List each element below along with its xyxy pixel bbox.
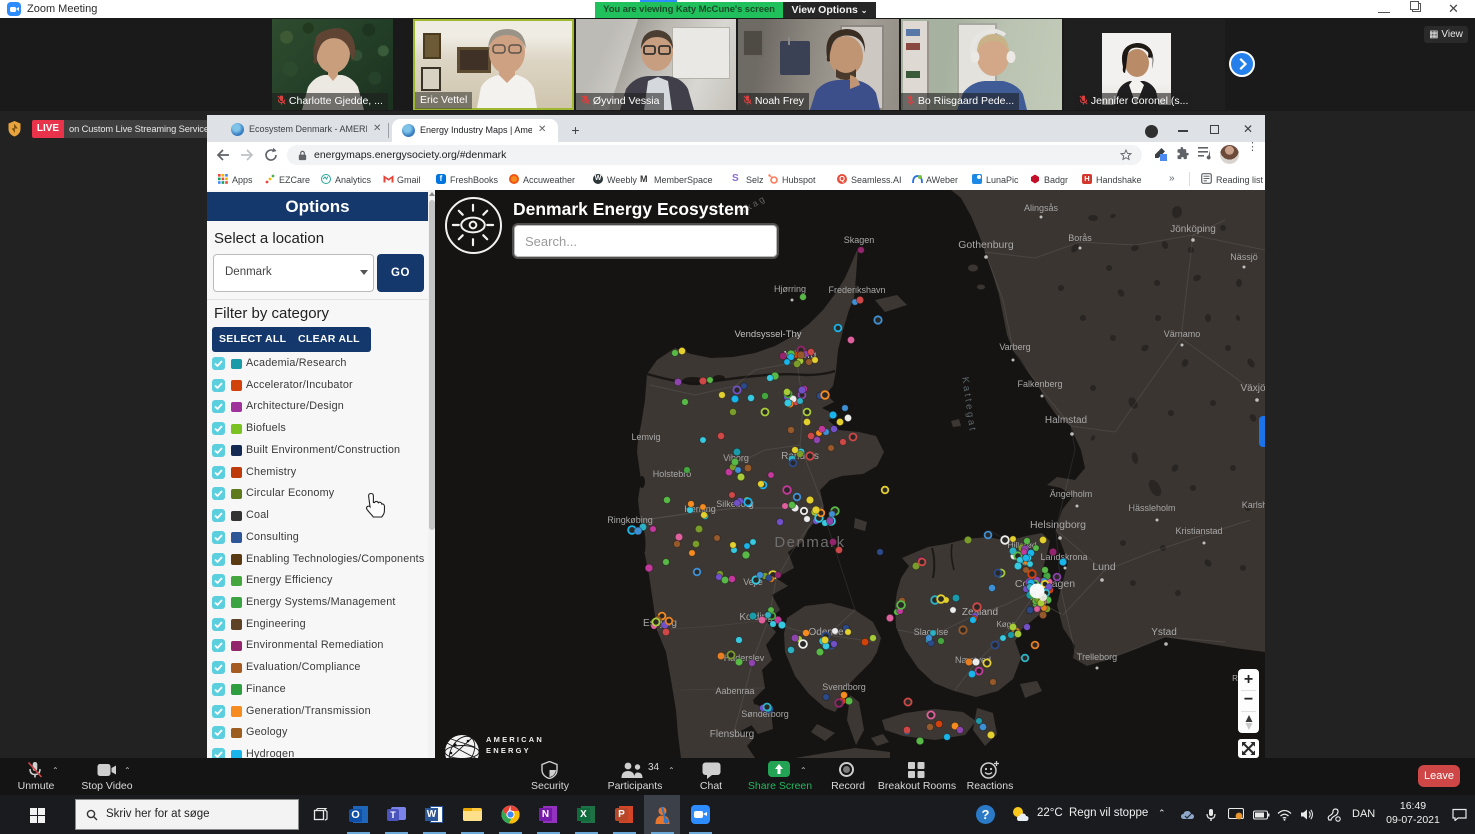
svg-text:Hjørring: Hjørring [774,284,806,294]
svg-text:Lund: Lund [1092,561,1116,573]
svg-text:Karlsha: Karlsha [1242,500,1265,510]
svg-text:Kristianstad: Kristianstad [1175,526,1222,536]
svg-text:Nässjö: Nässjö [1230,252,1258,262]
svg-text:Borås: Borås [1068,233,1092,243]
svg-text:Ystad: Ystad [1151,627,1177,638]
svg-text:Alingsås: Alingsås [1024,203,1059,213]
svg-text:Skagen: Skagen [844,235,875,245]
svg-text:Svendborg: Svendborg [822,682,866,692]
svg-text:Flensburg: Flensburg [710,729,754,740]
svg-text:Gothenburg: Gothenburg [958,239,1014,251]
svg-text:Hässleholm: Hässleholm [1128,503,1175,513]
svg-text:Växjö: Växjö [1240,383,1265,394]
svg-text:Lemvig: Lemvig [631,432,660,442]
svg-text:Vendsyssel-Thy: Vendsyssel-Thy [734,329,801,340]
svg-text:Varberg: Varberg [999,342,1030,352]
svg-text:Ängelholm: Ängelholm [1050,489,1093,499]
svg-text:Jönköping: Jönköping [1170,224,1216,235]
svg-text:Aabenraa: Aabenraa [715,686,754,696]
svg-text:Falkenberg: Falkenberg [1017,379,1062,389]
svg-text:Värnamo: Värnamo [1164,329,1201,339]
svg-text:Trelleborg: Trelleborg [1077,652,1117,662]
svg-text:Frederikshavn: Frederikshavn [828,285,885,295]
svg-text:Ringkøbing: Ringkøbing [607,515,653,525]
svg-text:Helsingborg: Helsingborg [1030,519,1086,531]
svg-text:Halmstad: Halmstad [1045,415,1087,426]
